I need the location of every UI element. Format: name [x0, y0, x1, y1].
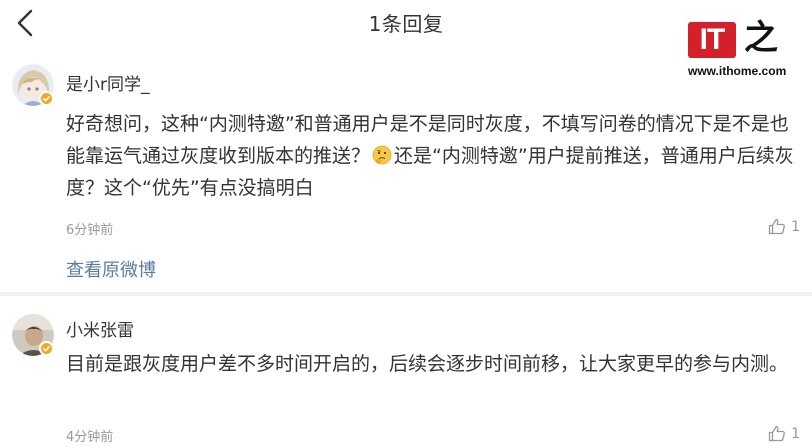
timestamp: 4分钟前: [66, 430, 114, 445]
verified-badge: [39, 341, 54, 356]
watermark-it-text: IT: [688, 22, 736, 58]
verified-badge: [39, 91, 54, 106]
reply-page: 1条回复 IT 之 www.ithome.com 是小r同学_ 好奇想问，这种“…: [0, 0, 812, 447]
check-icon: [42, 345, 51, 352]
timestamp: 6分钟前: [66, 223, 114, 238]
view-original-weibo-link[interactable]: 查看原微博: [66, 256, 156, 282]
like-button[interactable]: 1: [768, 218, 800, 235]
comment-text: 目前是跟灰度用户差不多时间开启的，后续会逐步时间前移，让大家更早的参与内测。: [66, 353, 789, 375]
ithome-logo: IT 之: [688, 14, 806, 58]
comment-item: 小米张雷 目前是跟灰度用户差不多时间开启的，后续会逐步时间前移，让大家更早的参与…: [0, 296, 812, 447]
username[interactable]: 是小r同学_: [66, 70, 150, 95]
watermark-char: 之: [744, 18, 778, 58]
check-icon: [42, 95, 51, 102]
like-count: 1: [791, 425, 800, 442]
thumbs-up-icon: [768, 218, 785, 235]
like-button[interactable]: 1: [768, 425, 800, 442]
username[interactable]: 小米张雷: [66, 316, 134, 341]
thinking-emoji-icon: [372, 145, 392, 165]
comment-text: 好奇想问，这种“内测特邀”和普通用户是不是同时灰度，不填写问卷的情况下是不是也能…: [66, 108, 800, 204]
thumbs-up-icon: [768, 425, 785, 442]
like-count: 1: [791, 218, 800, 235]
comment-item: 是小r同学_ 好奇想问，这种“内测特邀”和普通用户是不是同时灰度，不填写问卷的情…: [0, 56, 812, 296]
